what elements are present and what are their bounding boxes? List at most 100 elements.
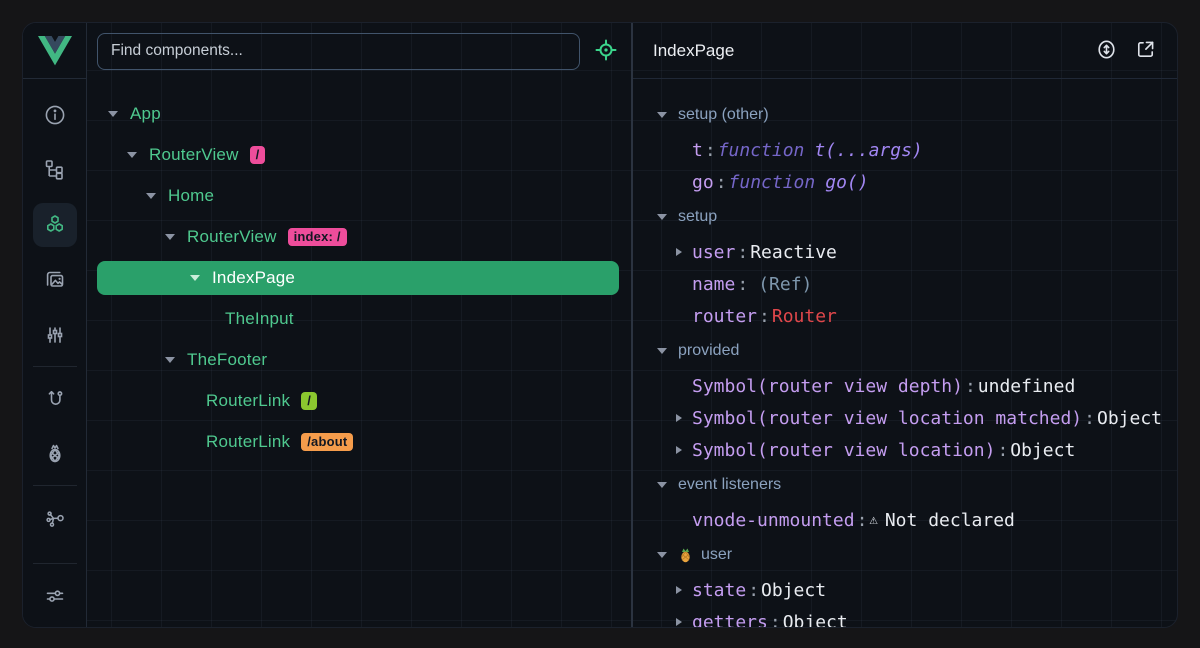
component-name: Home	[168, 186, 214, 206]
caret-right-glyph	[676, 446, 682, 454]
state-row[interactable]: state : Object	[656, 574, 1177, 606]
section-header[interactable]: setup	[656, 198, 1177, 236]
caret-down-icon[interactable]	[656, 482, 668, 488]
key-value-separator: :	[737, 242, 748, 263]
caret-down-icon[interactable]	[656, 112, 668, 118]
key-value-separator: :	[997, 440, 1008, 461]
sidebar-divider	[33, 485, 77, 486]
caret-down-icon[interactable]	[107, 111, 119, 117]
component-name: App	[130, 104, 161, 124]
state-row: Symbol(router view depth) : undefined	[656, 370, 1177, 402]
state-key: vnode-unmounted	[692, 510, 855, 531]
state-key: router	[692, 306, 757, 327]
tree-row[interactable]: TheInput	[87, 298, 631, 339]
caret-right-icon[interactable]	[673, 618, 685, 626]
caret-down-icon[interactable]	[189, 275, 201, 281]
caret-down-icon[interactable]	[145, 193, 157, 199]
state-row[interactable]: Symbol(router view location matched) : O…	[656, 402, 1177, 434]
caret-down-icon[interactable]	[164, 357, 176, 363]
component-name: TheInput	[225, 309, 294, 329]
caret-down-glyph	[165, 357, 175, 363]
route-badge: /	[250, 146, 266, 164]
sidebar-item-graph[interactable]	[33, 490, 77, 545]
section-header[interactable]: user	[656, 536, 1177, 574]
tree-row[interactable]: RouterViewindex: /	[87, 216, 631, 257]
sidebar-item-assets[interactable]	[33, 252, 77, 307]
state-row: t : functiont(...args)	[656, 134, 1177, 166]
assets-icon	[33, 258, 77, 302]
sidebar-item-settings[interactable]	[33, 568, 77, 623]
caret-down-icon[interactable]	[656, 348, 668, 354]
caret-down-glyph	[165, 234, 175, 240]
inspector-actions	[1095, 38, 1157, 64]
pinia-pineapple-icon	[33, 432, 77, 476]
pinia-pineapple-icon	[678, 547, 693, 563]
section-header[interactable]: provided	[656, 332, 1177, 370]
section-header[interactable]: setup (other)	[656, 96, 1177, 134]
sidebar-item-router-hook[interactable]	[33, 371, 77, 426]
tree-row[interactable]: RouterLink/about	[87, 421, 631, 462]
caret-right-icon[interactable]	[673, 414, 685, 422]
tree-row[interactable]: RouterLink/	[87, 380, 631, 421]
component-tree-pane: App RouterView/Home RouterViewindex: / Inde…	[87, 23, 631, 627]
caret-down-icon[interactable]	[126, 152, 138, 158]
sidebar-divider	[33, 366, 77, 367]
graph-icon	[33, 496, 77, 540]
state-row: name : (Ref)	[656, 268, 1177, 300]
caret-down-glyph	[657, 348, 667, 354]
search-input[interactable]	[97, 33, 580, 70]
open-in-editor-button[interactable]	[1134, 38, 1157, 64]
sidebar-item-info[interactable]	[33, 87, 77, 142]
state-value: Object	[1010, 440, 1075, 461]
tree-row[interactable]: RouterView/	[87, 134, 631, 175]
state-value: undefined	[978, 376, 1076, 397]
state-row: go : functiongo()	[656, 166, 1177, 198]
key-value-separator: :	[716, 172, 727, 193]
sidebar-item-pinia[interactable]	[33, 426, 77, 481]
caret-down-icon[interactable]	[164, 234, 176, 240]
section-header[interactable]: event listeners	[656, 466, 1177, 504]
caret-right-glyph	[676, 618, 682, 626]
sidebar-divider	[33, 563, 77, 564]
sidebar-bottom-group	[23, 559, 86, 627]
caret-down-icon[interactable]	[656, 552, 668, 558]
state-row[interactable]: getters : Object	[656, 606, 1177, 627]
caret-right-glyph	[676, 248, 682, 256]
state-panel: setup (other) t : functiont(...args)go : …	[633, 79, 1177, 627]
key-value-separator: :	[737, 274, 748, 295]
tree-row[interactable]: Home	[87, 175, 631, 216]
sidebar-item-timeline[interactable]	[33, 307, 77, 362]
caret-right-icon[interactable]	[673, 446, 685, 454]
caret-down-icon[interactable]	[656, 214, 668, 220]
caret-down-glyph	[146, 193, 156, 199]
tree-row[interactable]: TheFooter	[87, 339, 631, 380]
tree-row[interactable]: IndexPage	[97, 261, 619, 295]
section-label: setup (other)	[678, 106, 769, 124]
tree-row[interactable]: App	[87, 93, 631, 134]
state-value: (Ref)	[758, 274, 812, 295]
page-tree-icon	[33, 148, 77, 192]
section-label: provided	[678, 342, 739, 360]
caret-right-icon[interactable]	[673, 248, 685, 256]
state-key: name	[692, 274, 735, 295]
state-row[interactable]: user : Reactive	[656, 236, 1177, 268]
sidebar-item-pages[interactable]	[33, 142, 77, 197]
caret-right-icon[interactable]	[673, 586, 685, 594]
pick-component-button[interactable]	[593, 37, 619, 66]
warning-icon: ⚠	[869, 512, 877, 528]
state-row[interactable]: Symbol(router view location) : Object	[656, 434, 1177, 466]
key-value-separator: :	[770, 612, 781, 628]
state-key: state	[692, 580, 746, 601]
state-row: router : Router	[656, 300, 1177, 332]
scroll-to-component-button[interactable]	[1095, 38, 1118, 64]
section-label: setup	[678, 208, 717, 226]
sidebar-item-components[interactable]	[33, 197, 77, 252]
caret-down-glyph	[657, 482, 667, 488]
vue-logo-icon	[38, 36, 72, 66]
section-label: event listeners	[678, 476, 781, 494]
state-key: t	[692, 140, 703, 161]
vue-devtools-window: App RouterView/Home RouterViewindex: / Inde…	[22, 22, 1178, 628]
caret-down-glyph	[190, 275, 200, 281]
sidebar	[23, 23, 87, 627]
section-label: user	[701, 546, 732, 564]
